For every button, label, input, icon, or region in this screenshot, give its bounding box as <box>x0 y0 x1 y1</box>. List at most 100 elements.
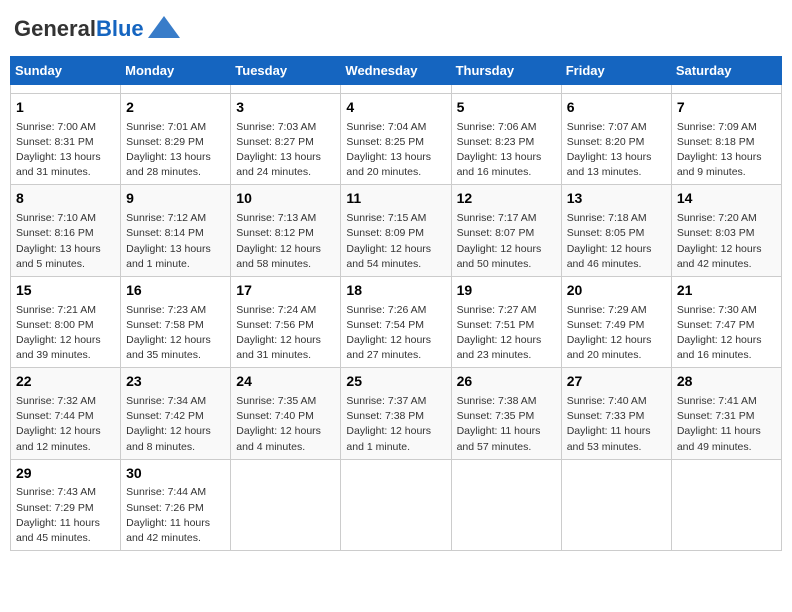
day-cell: 17Sunrise: 7:24 AM Sunset: 7:56 PM Dayli… <box>231 276 341 367</box>
logo-icon <box>148 16 180 38</box>
day-number: 5 <box>457 98 556 118</box>
day-number: 18 <box>346 281 445 301</box>
day-info: Sunrise: 7:26 AM Sunset: 7:54 PM Dayligh… <box>346 303 445 364</box>
day-info: Sunrise: 7:00 AM Sunset: 8:31 PM Dayligh… <box>16 120 115 181</box>
week-row-3: 8Sunrise: 7:10 AM Sunset: 8:16 PM Daylig… <box>11 185 782 276</box>
day-number: 3 <box>236 98 335 118</box>
day-cell <box>11 85 121 94</box>
day-cell: 1Sunrise: 7:00 AM Sunset: 8:31 PM Daylig… <box>11 94 121 185</box>
day-cell: 10Sunrise: 7:13 AM Sunset: 8:12 PM Dayli… <box>231 185 341 276</box>
day-cell: 14Sunrise: 7:20 AM Sunset: 8:03 PM Dayli… <box>671 185 781 276</box>
day-info: Sunrise: 7:34 AM Sunset: 7:42 PM Dayligh… <box>126 394 225 455</box>
day-number: 11 <box>346 189 445 209</box>
day-cell: 4Sunrise: 7:04 AM Sunset: 8:25 PM Daylig… <box>341 94 451 185</box>
day-number: 2 <box>126 98 225 118</box>
day-header-sunday: Sunday <box>11 57 121 85</box>
day-info: Sunrise: 7:03 AM Sunset: 8:27 PM Dayligh… <box>236 120 335 181</box>
day-number: 24 <box>236 372 335 392</box>
day-cell <box>561 459 671 550</box>
day-cell: 2Sunrise: 7:01 AM Sunset: 8:29 PM Daylig… <box>121 94 231 185</box>
day-number: 13 <box>567 189 666 209</box>
day-number: 1 <box>16 98 115 118</box>
day-cell: 13Sunrise: 7:18 AM Sunset: 8:05 PM Dayli… <box>561 185 671 276</box>
week-row-1 <box>11 85 782 94</box>
day-header-saturday: Saturday <box>671 57 781 85</box>
day-cell: 25Sunrise: 7:37 AM Sunset: 7:38 PM Dayli… <box>341 368 451 459</box>
day-info: Sunrise: 7:15 AM Sunset: 8:09 PM Dayligh… <box>346 211 445 272</box>
calendar-table: SundayMondayTuesdayWednesdayThursdayFrid… <box>10 56 782 551</box>
day-info: Sunrise: 7:07 AM Sunset: 8:20 PM Dayligh… <box>567 120 666 181</box>
day-info: Sunrise: 7:30 AM Sunset: 7:47 PM Dayligh… <box>677 303 776 364</box>
day-number: 15 <box>16 281 115 301</box>
day-info: Sunrise: 7:21 AM Sunset: 8:00 PM Dayligh… <box>16 303 115 364</box>
day-info: Sunrise: 7:41 AM Sunset: 7:31 PM Dayligh… <box>677 394 776 455</box>
day-header-wednesday: Wednesday <box>341 57 451 85</box>
logo-general: General <box>14 16 96 41</box>
day-header-friday: Friday <box>561 57 671 85</box>
day-info: Sunrise: 7:01 AM Sunset: 8:29 PM Dayligh… <box>126 120 225 181</box>
day-cell <box>671 459 781 550</box>
day-number: 7 <box>677 98 776 118</box>
day-info: Sunrise: 7:27 AM Sunset: 7:51 PM Dayligh… <box>457 303 556 364</box>
day-info: Sunrise: 7:38 AM Sunset: 7:35 PM Dayligh… <box>457 394 556 455</box>
day-cell: 18Sunrise: 7:26 AM Sunset: 7:54 PM Dayli… <box>341 276 451 367</box>
day-info: Sunrise: 7:10 AM Sunset: 8:16 PM Dayligh… <box>16 211 115 272</box>
day-number: 28 <box>677 372 776 392</box>
day-info: Sunrise: 7:44 AM Sunset: 7:26 PM Dayligh… <box>126 485 225 546</box>
week-row-6: 29Sunrise: 7:43 AM Sunset: 7:29 PM Dayli… <box>11 459 782 550</box>
day-number: 8 <box>16 189 115 209</box>
day-number: 17 <box>236 281 335 301</box>
day-number: 25 <box>346 372 445 392</box>
day-cell <box>451 459 561 550</box>
day-info: Sunrise: 7:17 AM Sunset: 8:07 PM Dayligh… <box>457 211 556 272</box>
day-info: Sunrise: 7:35 AM Sunset: 7:40 PM Dayligh… <box>236 394 335 455</box>
day-info: Sunrise: 7:06 AM Sunset: 8:23 PM Dayligh… <box>457 120 556 181</box>
day-info: Sunrise: 7:40 AM Sunset: 7:33 PM Dayligh… <box>567 394 666 455</box>
day-info: Sunrise: 7:18 AM Sunset: 8:05 PM Dayligh… <box>567 211 666 272</box>
day-cell <box>561 85 671 94</box>
day-cell <box>121 85 231 94</box>
day-info: Sunrise: 7:09 AM Sunset: 8:18 PM Dayligh… <box>677 120 776 181</box>
week-row-4: 15Sunrise: 7:21 AM Sunset: 8:00 PM Dayli… <box>11 276 782 367</box>
day-number: 16 <box>126 281 225 301</box>
week-row-2: 1Sunrise: 7:00 AM Sunset: 8:31 PM Daylig… <box>11 94 782 185</box>
day-header-tuesday: Tuesday <box>231 57 341 85</box>
day-info: Sunrise: 7:43 AM Sunset: 7:29 PM Dayligh… <box>16 485 115 546</box>
day-cell <box>671 85 781 94</box>
day-info: Sunrise: 7:12 AM Sunset: 8:14 PM Dayligh… <box>126 211 225 272</box>
day-cell <box>231 459 341 550</box>
day-number: 21 <box>677 281 776 301</box>
day-cell: 9Sunrise: 7:12 AM Sunset: 8:14 PM Daylig… <box>121 185 231 276</box>
day-cell: 6Sunrise: 7:07 AM Sunset: 8:20 PM Daylig… <box>561 94 671 185</box>
day-cell: 11Sunrise: 7:15 AM Sunset: 8:09 PM Dayli… <box>341 185 451 276</box>
day-cell <box>231 85 341 94</box>
day-cell: 22Sunrise: 7:32 AM Sunset: 7:44 PM Dayli… <box>11 368 121 459</box>
day-cell: 28Sunrise: 7:41 AM Sunset: 7:31 PM Dayli… <box>671 368 781 459</box>
day-number: 22 <box>16 372 115 392</box>
day-cell: 21Sunrise: 7:30 AM Sunset: 7:47 PM Dayli… <box>671 276 781 367</box>
day-cell: 30Sunrise: 7:44 AM Sunset: 7:26 PM Dayli… <box>121 459 231 550</box>
day-number: 6 <box>567 98 666 118</box>
logo-blue: Blue <box>96 16 144 41</box>
day-cell: 27Sunrise: 7:40 AM Sunset: 7:33 PM Dayli… <box>561 368 671 459</box>
day-number: 4 <box>346 98 445 118</box>
week-row-5: 22Sunrise: 7:32 AM Sunset: 7:44 PM Dayli… <box>11 368 782 459</box>
day-info: Sunrise: 7:23 AM Sunset: 7:58 PM Dayligh… <box>126 303 225 364</box>
day-cell: 8Sunrise: 7:10 AM Sunset: 8:16 PM Daylig… <box>11 185 121 276</box>
day-cell: 19Sunrise: 7:27 AM Sunset: 7:51 PM Dayli… <box>451 276 561 367</box>
logo-text: GeneralBlue <box>14 18 144 40</box>
day-cell <box>341 85 451 94</box>
day-cell: 24Sunrise: 7:35 AM Sunset: 7:40 PM Dayli… <box>231 368 341 459</box>
day-cell: 23Sunrise: 7:34 AM Sunset: 7:42 PM Dayli… <box>121 368 231 459</box>
day-number: 19 <box>457 281 556 301</box>
day-cell: 20Sunrise: 7:29 AM Sunset: 7:49 PM Dayli… <box>561 276 671 367</box>
day-cell: 7Sunrise: 7:09 AM Sunset: 8:18 PM Daylig… <box>671 94 781 185</box>
day-info: Sunrise: 7:04 AM Sunset: 8:25 PM Dayligh… <box>346 120 445 181</box>
day-number: 20 <box>567 281 666 301</box>
logo: GeneralBlue <box>14 16 180 42</box>
day-header-thursday: Thursday <box>451 57 561 85</box>
day-number: 10 <box>236 189 335 209</box>
day-cell: 15Sunrise: 7:21 AM Sunset: 8:00 PM Dayli… <box>11 276 121 367</box>
day-header-monday: Monday <box>121 57 231 85</box>
day-info: Sunrise: 7:37 AM Sunset: 7:38 PM Dayligh… <box>346 394 445 455</box>
